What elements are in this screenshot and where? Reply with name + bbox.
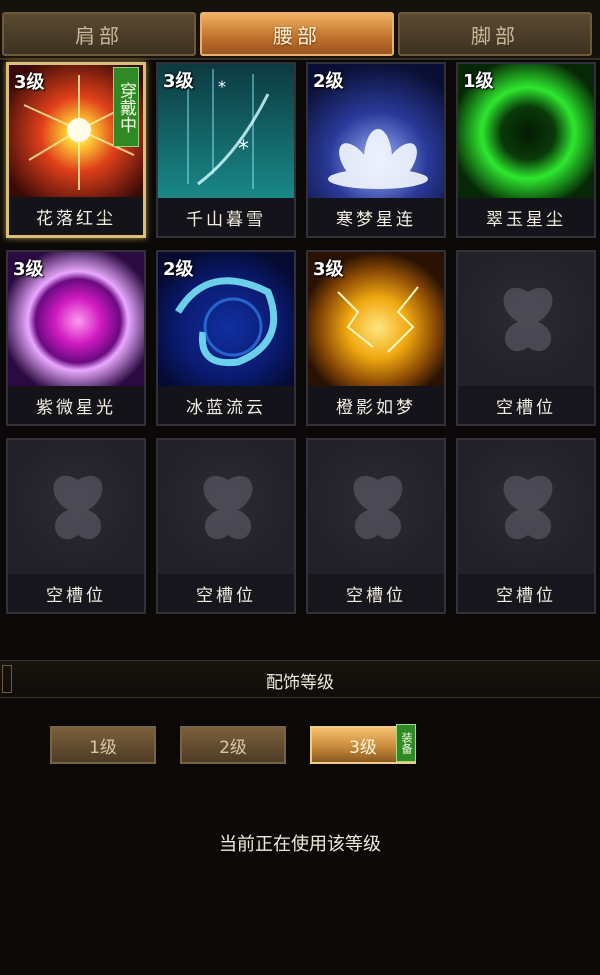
moth-icon <box>503 475 553 540</box>
status-text: 当前正在使用该等级 <box>219 834 381 855</box>
slot-level: 1级 <box>463 71 494 92</box>
slot-name: 紫微星光 <box>8 386 144 424</box>
slot-name: 空槽位 <box>158 574 294 612</box>
slot-name: 橙影如梦 <box>308 386 444 424</box>
moth-icon <box>503 287 553 352</box>
tab-waist[interactable]: 腰部 <box>200 12 394 56</box>
tab-shoulder[interactable]: 肩部 <box>2 12 196 56</box>
svg-text:*: * <box>238 137 249 162</box>
slot-name: 冰蓝流云 <box>158 386 294 424</box>
accessory-slot-12[interactable]: 空槽位 <box>456 438 596 614</box>
equip-tag: 装备 <box>396 724 416 762</box>
slot-name: 空槽位 <box>458 574 594 612</box>
slot-level: 3级 <box>14 72 45 93</box>
slot-name: 千山暮雪 <box>158 198 294 236</box>
accessory-slot-5[interactable]: 3级 紫微星光 <box>6 250 146 426</box>
slot-name: 花落红尘 <box>9 197 143 235</box>
slot-level: 2级 <box>163 259 194 280</box>
slot-name: 空槽位 <box>308 574 444 612</box>
accessory-slot-1[interactable]: 3级 穿戴中 花落红尘 <box>6 62 146 238</box>
level-2-button[interactable]: 2级 <box>180 726 286 764</box>
slot-level: 3级 <box>163 71 194 92</box>
accessory-slot-2[interactable]: * * 3级 千山暮雪 <box>156 62 296 238</box>
accessory-slot-7[interactable]: 3级 橙影如梦 <box>306 250 446 426</box>
tab-foot[interactable]: 脚部 <box>398 12 592 56</box>
accessory-slot-10[interactable]: 空槽位 <box>156 438 296 614</box>
tab-bar: 肩部 腰部 脚部 <box>0 0 600 60</box>
accessory-slot-3[interactable]: 2级 寒梦星连 <box>306 62 446 238</box>
accessory-slot-4[interactable]: 1级 翠玉星尘 <box>456 62 596 238</box>
slot-level: 2级 <box>313 71 344 92</box>
moth-icon <box>53 475 103 540</box>
accessory-slot-9[interactable]: 空槽位 <box>6 438 146 614</box>
slot-name: 寒梦星连 <box>308 198 444 236</box>
svg-text:*: * <box>218 77 226 96</box>
accessory-slot-11[interactable]: 空槽位 <box>306 438 446 614</box>
moth-icon <box>353 475 403 540</box>
equipped-badge: 穿戴中 <box>113 67 139 147</box>
accessory-slot-8[interactable]: 空槽位 <box>456 250 596 426</box>
section-title: 配饰等级 <box>266 673 334 693</box>
slot-name: 空槽位 <box>8 574 144 612</box>
slot-level: 3级 <box>313 259 344 280</box>
moth-icon <box>203 475 253 540</box>
slot-name: 空槽位 <box>458 386 594 424</box>
slot-level: 3级 <box>13 259 44 280</box>
accessory-slot-6[interactable]: 2级 冰蓝流云 <box>156 250 296 426</box>
level-1-button[interactable]: 1级 <box>50 726 156 764</box>
slot-name: 翠玉星尘 <box>458 198 594 236</box>
